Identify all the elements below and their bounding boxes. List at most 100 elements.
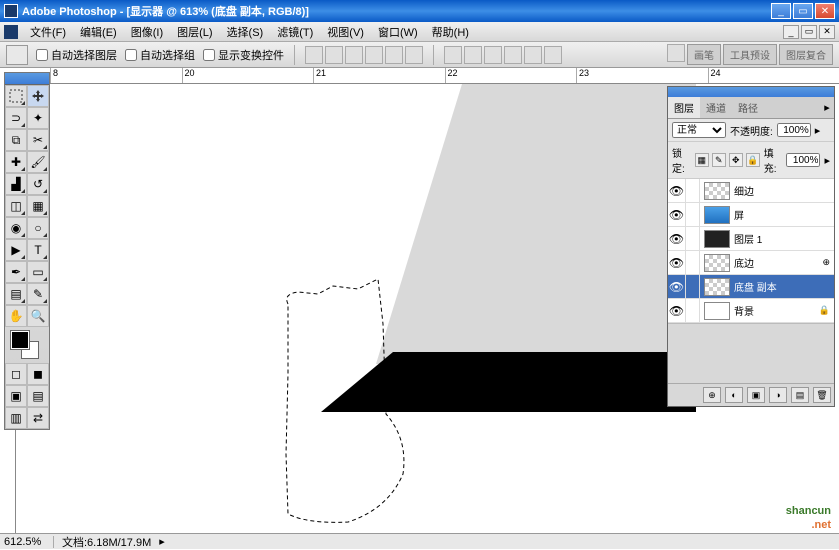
lock-position-icon[interactable]: ✥: [729, 153, 743, 167]
ruler-horizontal[interactable]: 8 20 21 22 23 24: [50, 68, 839, 84]
quickmask-mode[interactable]: ◼: [27, 363, 49, 385]
tool-preset-picker[interactable]: [6, 45, 28, 65]
distribute-bottom-icon[interactable]: [484, 46, 502, 64]
gradient-tool[interactable]: ▦: [27, 195, 49, 217]
standard-mode[interactable]: ◻: [5, 363, 27, 385]
layer-fx-icon[interactable]: ⊕: [822, 257, 834, 268]
screen-mode-2[interactable]: ▤: [27, 385, 49, 407]
layer-row[interactable]: 👁底盘 副本: [668, 275, 834, 299]
magic-wand-tool[interactable]: ✦: [27, 107, 49, 129]
imageready-jump[interactable]: ⇄: [27, 407, 49, 429]
blend-mode-select[interactable]: 正常: [672, 122, 726, 138]
layer-row[interactable]: 👁图层 1: [668, 227, 834, 251]
opacity-input[interactable]: [777, 123, 811, 137]
menu-image[interactable]: 图像(I): [125, 22, 169, 42]
menu-help[interactable]: 帮助(H): [426, 22, 475, 42]
distribute-vcenter-icon[interactable]: [464, 46, 482, 64]
visibility-icon[interactable]: 👁: [668, 299, 686, 323]
menu-select[interactable]: 选择(S): [221, 22, 270, 42]
visibility-icon[interactable]: 👁: [668, 251, 686, 275]
dodge-tool[interactable]: ○: [27, 217, 49, 239]
tab-layers[interactable]: 图层: [668, 97, 700, 118]
brush-tool[interactable]: 🖌: [27, 151, 49, 173]
lock-pixels-icon[interactable]: ✎: [712, 153, 726, 167]
link-cell[interactable]: [686, 203, 700, 227]
path-select-tool[interactable]: ▶: [5, 239, 27, 261]
menu-file[interactable]: 文件(F): [24, 22, 72, 42]
fill-input[interactable]: [786, 153, 820, 167]
visibility-icon[interactable]: 👁: [668, 203, 686, 227]
delete-layer-icon[interactable]: 🗑: [813, 387, 831, 403]
link-cell[interactable]: [686, 299, 700, 323]
align-left-icon[interactable]: [365, 46, 383, 64]
toolbox-grip[interactable]: [5, 73, 49, 85]
screen-mode-3[interactable]: ▥: [5, 407, 27, 429]
lock-transparency-icon[interactable]: ▦: [695, 153, 709, 167]
palette-tool-presets[interactable]: 工具预设: [723, 44, 777, 65]
align-hcenter-icon[interactable]: [385, 46, 403, 64]
layer-row[interactable]: 👁背景🔒: [668, 299, 834, 323]
eyedropper-tool[interactable]: ✎: [27, 283, 49, 305]
show-transform[interactable]: 显示变换控件: [203, 47, 284, 63]
menu-window[interactable]: 窗口(W): [372, 22, 424, 42]
zoom-tool[interactable]: 🔍: [27, 305, 49, 327]
doc-size[interactable]: 文档:6.18M/17.9M: [62, 534, 151, 550]
healing-tool[interactable]: ✚: [5, 151, 27, 173]
doc-minimize[interactable]: _: [783, 25, 799, 39]
tab-paths[interactable]: 路径: [732, 97, 764, 118]
distribute-right-icon[interactable]: [544, 46, 562, 64]
align-vcenter-icon[interactable]: [325, 46, 343, 64]
link-cell[interactable]: [686, 227, 700, 251]
align-right-icon[interactable]: [405, 46, 423, 64]
lasso-tool[interactable]: ⊃: [5, 107, 27, 129]
status-arrow-icon[interactable]: ▸: [159, 535, 165, 548]
slice-tool[interactable]: ✂: [27, 129, 49, 151]
history-brush-tool[interactable]: ↺: [27, 173, 49, 195]
menu-view[interactable]: 视图(V): [321, 22, 370, 42]
foreground-color[interactable]: [11, 331, 29, 349]
new-layer-icon[interactable]: ▤: [791, 387, 809, 403]
layer-row[interactable]: 👁细边: [668, 179, 834, 203]
minimize-button[interactable]: _: [771, 3, 791, 19]
visibility-icon[interactable]: 👁: [668, 275, 686, 299]
palette-brushes[interactable]: 画笔: [687, 44, 721, 65]
menu-edit[interactable]: 编辑(E): [74, 22, 123, 42]
tab-channels[interactable]: 通道: [700, 97, 732, 118]
link-cell[interactable]: [686, 251, 700, 275]
panel-menu-icon[interactable]: ▸: [820, 97, 834, 118]
layer-thumbnail[interactable]: [704, 254, 730, 272]
maximize-button[interactable]: ▭: [793, 3, 813, 19]
layer-thumbnail[interactable]: [704, 302, 730, 320]
doc-close[interactable]: ✕: [819, 25, 835, 39]
screen-mode-1[interactable]: ▣: [5, 385, 27, 407]
fill-arrow-icon[interactable]: ▸: [824, 154, 830, 167]
eraser-tool[interactable]: ◫: [5, 195, 27, 217]
type-tool[interactable]: T: [27, 239, 49, 261]
visibility-icon[interactable]: 👁: [668, 227, 686, 251]
layer-thumbnail[interactable]: [704, 230, 730, 248]
distribute-top-icon[interactable]: [444, 46, 462, 64]
align-bottom-icon[interactable]: [345, 46, 363, 64]
pen-tool[interactable]: ✒: [5, 261, 27, 283]
link-cell[interactable]: [686, 179, 700, 203]
shape-tool[interactable]: ▭: [27, 261, 49, 283]
layer-row[interactable]: 👁屏: [668, 203, 834, 227]
marquee-tool[interactable]: [5, 85, 27, 107]
adjustment-layer-icon[interactable]: ◑: [769, 387, 787, 403]
file-browser-icon[interactable]: [667, 44, 685, 62]
auto-select-group[interactable]: 自动选择组: [125, 47, 195, 63]
close-button[interactable]: ✕: [815, 3, 835, 19]
notes-tool[interactable]: ▤: [5, 283, 27, 305]
visibility-icon[interactable]: 👁: [668, 179, 686, 203]
stamp-tool[interactable]: ▟: [5, 173, 27, 195]
layer-thumbnail[interactable]: [704, 278, 730, 296]
distribute-hcenter-icon[interactable]: [524, 46, 542, 64]
layer-style-icon[interactable]: ⊕: [703, 387, 721, 403]
link-cell[interactable]: [686, 275, 700, 299]
new-set-icon[interactable]: ▣: [747, 387, 765, 403]
distribute-left-icon[interactable]: [504, 46, 522, 64]
zoom-level[interactable]: 612.5%: [4, 536, 54, 548]
panel-grip[interactable]: [668, 87, 834, 97]
layer-thumbnail[interactable]: [704, 182, 730, 200]
hand-tool[interactable]: ✋: [5, 305, 27, 327]
